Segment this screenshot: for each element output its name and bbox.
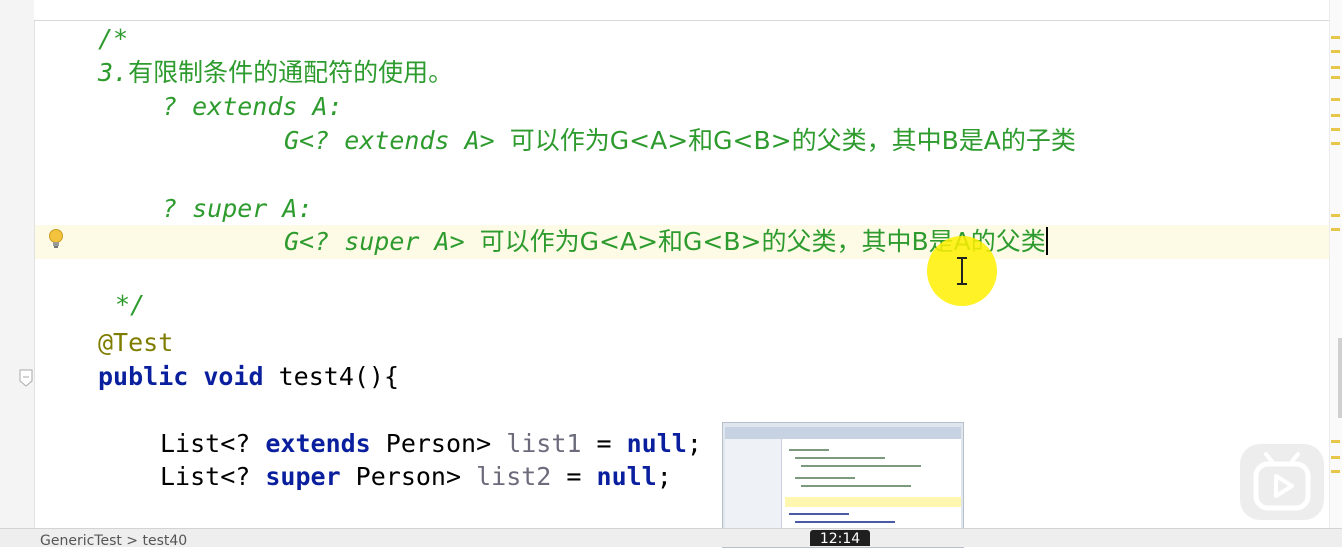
code-token: = [581,429,627,458]
code-token: Person> [385,429,507,458]
code-token: list1 [506,429,582,458]
stripe-mark[interactable] [1331,228,1340,231]
stripe-mark[interactable] [1331,66,1340,69]
stripe-mark[interactable] [1331,98,1340,101]
breadcrumb-bar: GenericTest > test40 [0,528,1342,549]
code-editor[interactable]: /* 3.有限制条件的通配符的使用。 ? extends A: G<? exte… [35,20,1330,528]
lightbulb-icon[interactable] [48,228,64,250]
error-stripe[interactable] [1329,0,1342,528]
code-line: ? extends A: [35,90,1330,124]
stripe-mark[interactable] [1331,114,1340,117]
code-token: List<? [160,429,266,458]
code-line: public void test4(){ [35,360,1330,394]
code-token: ? extends A: [162,92,343,121]
code-line: List<? extends Person> list1 = null; [35,427,1330,461]
code-token: G<? extends A> [284,126,510,155]
code-token: Person> [355,462,477,491]
code-token: public void [98,362,279,391]
code-token: ; [656,462,672,491]
code-token: 3. [98,58,129,87]
code-token: ? super A: [162,194,313,223]
code-token: null [596,462,657,491]
code-token: = [551,462,597,491]
stripe-mark[interactable] [1331,50,1340,53]
current-code-line: G<? super A> 可以作为G<A>和G<B>的父类，其中B是A的父类 [35,225,1330,259]
code-token: null [626,429,687,458]
stripe-mark[interactable] [1331,36,1340,39]
stripe-mark[interactable] [1331,142,1340,145]
editor-top-border [34,0,1330,21]
stripe-mark[interactable] [1331,128,1340,131]
code-line: 3.有限制条件的通配符的使用。 [35,56,1330,90]
code-token: */ [115,290,146,319]
code-token: ; [686,429,702,458]
video-timestamp: 12:14 [810,530,870,547]
code-token: G<? super A> [284,227,480,256]
code-token: test4(){ [278,362,400,391]
fold-marker-icon[interactable] [18,368,34,388]
stripe-mark[interactable] [1331,214,1340,217]
code-token: super [265,462,356,491]
code-line: ? super A: [35,192,1330,226]
code-line: G<? extends A> 可以作为G<A>和G<B>的父类，其中B是A的子类 [35,124,1330,158]
text-cursor-icon [952,256,972,290]
code-token: extends [265,429,386,458]
code-token: 有限制条件的通配符的使用。 [128,58,454,87]
stripe-mark[interactable] [1331,456,1340,459]
editor-gutter [0,0,35,528]
code-token: List<? [160,462,266,491]
code-line: */ [35,288,1330,322]
code-token: @Test [98,328,174,357]
code-line: /* [35,22,1330,56]
breadcrumb[interactable]: GenericTest > test40 [40,529,187,553]
code-token: 可以作为G<A>和G<B>的父类，其中B是A的子类 [509,126,1076,155]
code-line: List<? super Person> list2 = null; [35,460,1330,494]
code-token: list2 [476,462,552,491]
scrollbar-thumb[interactable] [1338,338,1342,418]
text-caret [1045,227,1048,255]
stripe-mark[interactable] [1331,470,1340,473]
stripe-mark[interactable] [1331,440,1340,443]
stripe-mark[interactable] [1331,76,1340,79]
play-button[interactable] [1240,444,1324,520]
code-token: /* [98,24,129,53]
code-line: @Test [35,326,1330,360]
